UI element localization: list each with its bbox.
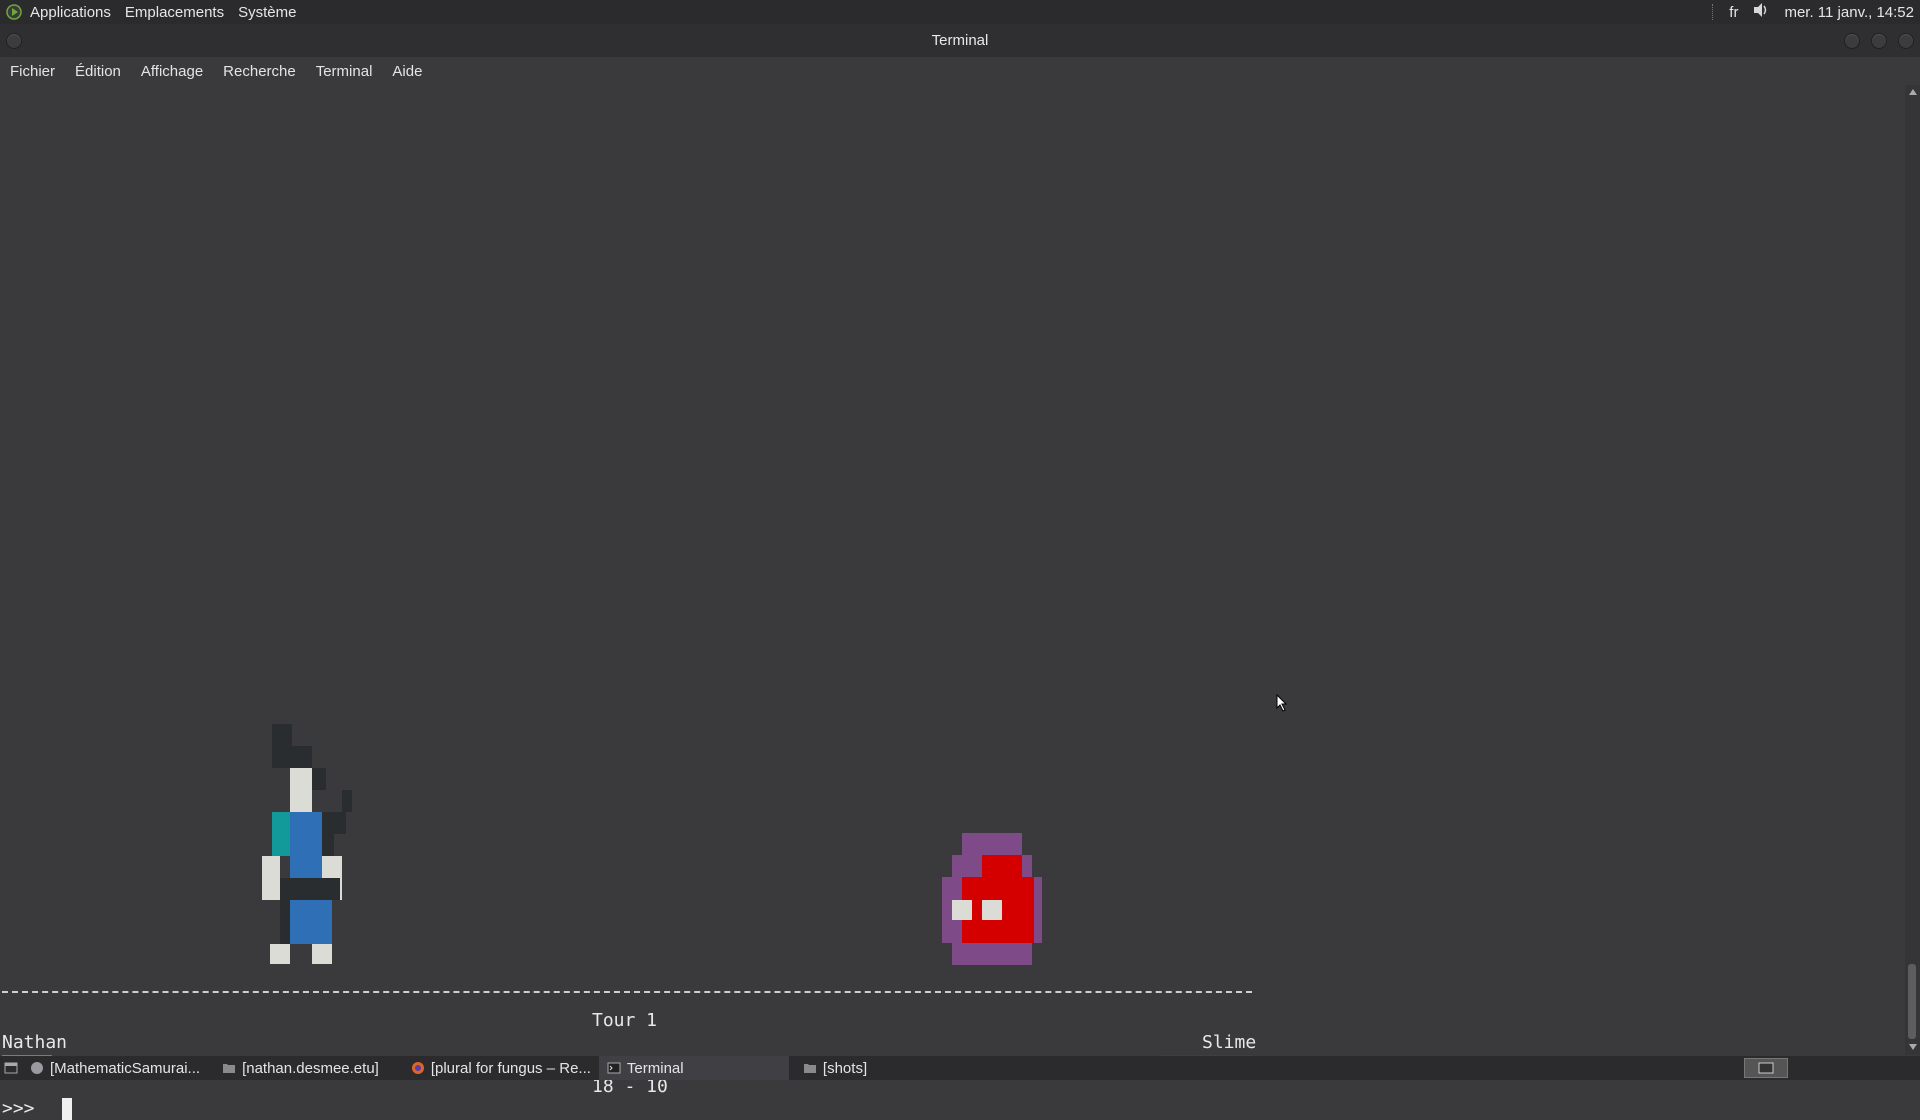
window-title: Terminal [931, 32, 989, 49]
task-mathematicsamurai[interactable]: [MathematicSamurai... [22, 1056, 208, 1080]
scrollbar-thumb[interactable] [1908, 964, 1916, 1039]
terminal-scrollbar[interactable] [1905, 85, 1920, 1055]
taskbar: [MathematicSamurai... [nathan.desmee.etu… [0, 1056, 1920, 1080]
player-name: Nathan [2, 1032, 68, 1053]
turn-label: Tour 1 [592, 1010, 658, 1031]
menu-help[interactable]: Aide [382, 63, 432, 80]
task-label: Terminal [626, 1059, 684, 1077]
enemy-sprite [942, 833, 1042, 965]
maximize-icon[interactable] [1871, 33, 1887, 49]
terminal-menu-bar: Fichier Édition Affichage Recherche Term… [0, 57, 1920, 85]
scroll-down-arrow-icon[interactable] [1909, 1044, 1917, 1050]
panel-separator [1712, 4, 1715, 20]
app-icon [30, 1061, 44, 1075]
task-shots-folder[interactable]: [shots] [795, 1056, 875, 1080]
minimize-icon[interactable] [1844, 33, 1860, 49]
folder-icon [803, 1061, 817, 1075]
enemy-name: Slime [1202, 1032, 1257, 1053]
menu-view[interactable]: Affichage [131, 63, 213, 80]
places-menu[interactable]: Emplacements [125, 4, 224, 21]
show-desktop-icon[interactable] [0, 1056, 22, 1080]
window-menu-icon[interactable] [6, 33, 22, 49]
task-label: [shots] [822, 1059, 868, 1077]
volume-icon[interactable] [1752, 2, 1770, 22]
keyboard-layout-indicator[interactable]: fr [1729, 4, 1738, 21]
terminal-icon [607, 1061, 621, 1075]
scroll-up-arrow-icon[interactable] [1909, 89, 1917, 95]
folder-icon [222, 1061, 236, 1075]
menu-terminal[interactable]: Terminal [306, 63, 383, 80]
task-label: [nathan.desmee.etu] [242, 1059, 379, 1077]
command-prompt[interactable]: >>> [2, 1098, 35, 1119]
task-terminal[interactable]: Terminal [598, 1056, 789, 1080]
task-label: [MathematicSamurai... [50, 1059, 201, 1077]
mouse-pointer-icon [1276, 694, 1288, 712]
player-sprite [262, 724, 352, 964]
applications-menu[interactable]: Applications [30, 4, 111, 21]
battle-divider [2, 991, 1252, 993]
text-cursor [62, 1098, 72, 1120]
task-label: [plural for fungus – Re... [430, 1059, 591, 1077]
menu-edit[interactable]: Édition [65, 63, 131, 80]
menu-file[interactable]: Fichier [0, 63, 65, 80]
workspace-icon [1758, 1062, 1774, 1074]
clock[interactable]: mer. 11 janv., 14:52 [1784, 4, 1914, 21]
task-firefox[interactable]: [plural for fungus – Re... [403, 1056, 599, 1080]
workspace-switcher[interactable] [1744, 1058, 1788, 1078]
top-panel: Applications Emplacements Système fr mer… [0, 0, 1920, 24]
task-home-folder[interactable]: [nathan.desmee.etu] [214, 1056, 387, 1080]
window-title-bar[interactable]: Terminal [0, 24, 1920, 57]
system-menu[interactable]: Système [238, 4, 296, 21]
terminal-output[interactable]: Tour 1 Nathan Slime 18 - 10 >>> [0, 85, 1905, 1120]
close-icon[interactable] [1898, 33, 1914, 49]
firefox-icon [411, 1061, 425, 1075]
applications-logo-icon[interactable] [6, 3, 24, 21]
menu-search[interactable]: Recherche [213, 63, 306, 80]
